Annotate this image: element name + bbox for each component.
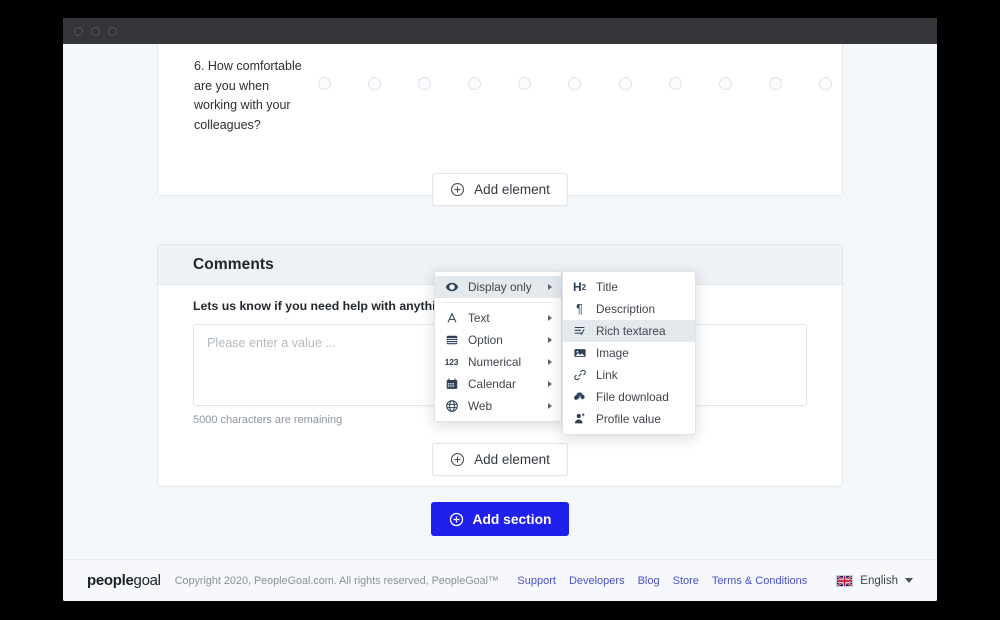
submenu-item-file-download[interactable]: File download — [563, 386, 695, 408]
menu-item-calendar[interactable]: Calendar — [435, 373, 561, 395]
page-content: 6. How comfortable are you when working … — [63, 44, 937, 601]
menu-label: Numerical — [468, 355, 522, 369]
submenu-label: Link — [596, 368, 618, 382]
submenu-item-rich-textarea[interactable]: Rich textarea — [563, 320, 695, 342]
menu-item-numerical[interactable]: 123 Numerical — [435, 351, 561, 373]
list-icon — [444, 333, 459, 348]
add-element-label: Add element — [474, 182, 550, 197]
submenu-item-description[interactable]: ¶ Description — [563, 298, 695, 320]
logo-light-part: goal — [133, 572, 161, 589]
calendar-icon — [444, 377, 459, 392]
element-type-menu[interactable]: Display only Text Option 123 Numerical C… — [434, 271, 562, 422]
pilcrow-icon: ¶ — [576, 302, 583, 316]
submenu-label: Profile value — [596, 412, 661, 426]
plus-circle-icon — [449, 512, 464, 527]
footer-link-support[interactable]: Support — [517, 575, 556, 587]
cloud-download-icon — [572, 390, 587, 405]
eye-icon — [444, 280, 459, 295]
footer-link-blog[interactable]: Blog — [638, 575, 660, 587]
submenu-label: Title — [596, 280, 618, 294]
submenu-label: Image — [596, 346, 629, 360]
question-row: 6. How comfortable are you when working … — [158, 44, 842, 135]
chevron-right-icon — [548, 315, 552, 321]
chevron-right-icon — [548, 403, 552, 409]
question-label: 6. How comfortable are you when working … — [194, 59, 302, 132]
menu-item-display-only[interactable]: Display only — [435, 276, 561, 298]
submenu-label: Rich textarea — [596, 324, 666, 338]
menu-item-option[interactable]: Option — [435, 329, 561, 351]
submenu-label: Description — [596, 302, 656, 316]
rich-text-icon — [572, 324, 587, 339]
footer-links: Support Developers Blog Store Terms & Co… — [517, 574, 913, 587]
add-element-button[interactable]: Add element — [432, 173, 568, 206]
window-minimize-button[interactable] — [91, 26, 100, 36]
rating-option[interactable] — [768, 77, 782, 90]
numbers-123-icon: 123 — [444, 357, 459, 367]
rating-option[interactable] — [668, 77, 682, 90]
rating-scale[interactable] — [312, 57, 842, 135]
copyright-text: Copyright 2020, PeopleGoal.com. All righ… — [174, 574, 499, 587]
footer-link-developers[interactable]: Developers — [569, 575, 625, 587]
comments-title: Comments — [193, 255, 274, 273]
rating-option[interactable] — [718, 77, 732, 90]
chevron-right-icon — [548, 359, 552, 365]
link-icon — [572, 368, 587, 383]
language-label: English — [860, 574, 898, 587]
uk-flag-icon — [836, 574, 854, 587]
logo-bold-part: people — [87, 572, 134, 589]
chevron-right-icon — [548, 337, 552, 343]
menu-item-text[interactable]: Text — [435, 307, 561, 329]
plus-circle-icon — [450, 452, 465, 467]
rating-option[interactable] — [818, 77, 832, 90]
letter-a-icon — [444, 311, 459, 326]
globe-icon — [444, 399, 459, 414]
browser-window: 6. How comfortable are you when working … — [63, 18, 937, 601]
heading-h2-icon: H2 — [572, 280, 587, 294]
chevron-right-icon — [548, 284, 552, 290]
rating-option[interactable] — [518, 77, 532, 90]
plus-circle-icon — [450, 182, 465, 197]
add-element-label: Add element — [474, 452, 550, 467]
menu-label: Web — [468, 399, 493, 413]
chevron-right-icon — [548, 381, 552, 387]
submenu-item-profile-value[interactable]: Profile value — [563, 408, 695, 430]
add-element-button-comments[interactable]: Add element — [432, 443, 568, 476]
submenu-item-image[interactable]: Image — [563, 342, 695, 364]
rating-option[interactable] — [618, 77, 632, 90]
chevron-down-icon — [905, 578, 913, 583]
question-card: 6. How comfortable are you when working … — [157, 44, 843, 206]
footer-link-terms[interactable]: Terms & Conditions — [712, 575, 807, 587]
rating-option[interactable] — [368, 77, 382, 90]
menu-label: Option — [468, 333, 503, 347]
add-section-label: Add section — [472, 511, 552, 527]
window-titlebar — [63, 18, 937, 44]
window-maximize-button[interactable] — [108, 26, 117, 36]
menu-label: Text — [468, 311, 490, 325]
rating-option[interactable] — [418, 77, 432, 90]
menu-item-web[interactable]: Web — [435, 395, 561, 417]
submenu-item-title[interactable]: H2 Title — [563, 276, 695, 298]
display-only-submenu[interactable]: H2 Title ¶ Description Rich textarea Ima… — [562, 271, 696, 435]
image-icon — [572, 346, 587, 361]
submenu-label: File download — [596, 390, 669, 404]
menu-divider — [443, 302, 553, 303]
menu-label: Calendar — [468, 377, 516, 391]
add-section-button[interactable]: Add section — [430, 502, 570, 536]
profile-person-icon — [572, 412, 587, 427]
language-selector[interactable]: English — [836, 574, 913, 587]
footer-link-store[interactable]: Store — [673, 575, 699, 587]
add-section-container: Add section — [63, 502, 937, 536]
submenu-item-link[interactable]: Link — [563, 364, 695, 386]
page-footer: peoplegoal Copyright 2020, PeopleGoal.co… — [63, 559, 937, 601]
menu-label: Display only — [468, 280, 532, 294]
window-close-button[interactable] — [74, 26, 83, 36]
rating-option[interactable] — [318, 77, 331, 90]
rating-option[interactable] — [468, 77, 482, 90]
rating-option[interactable] — [568, 77, 582, 90]
peoplegoal-logo: peoplegoal — [87, 572, 161, 589]
